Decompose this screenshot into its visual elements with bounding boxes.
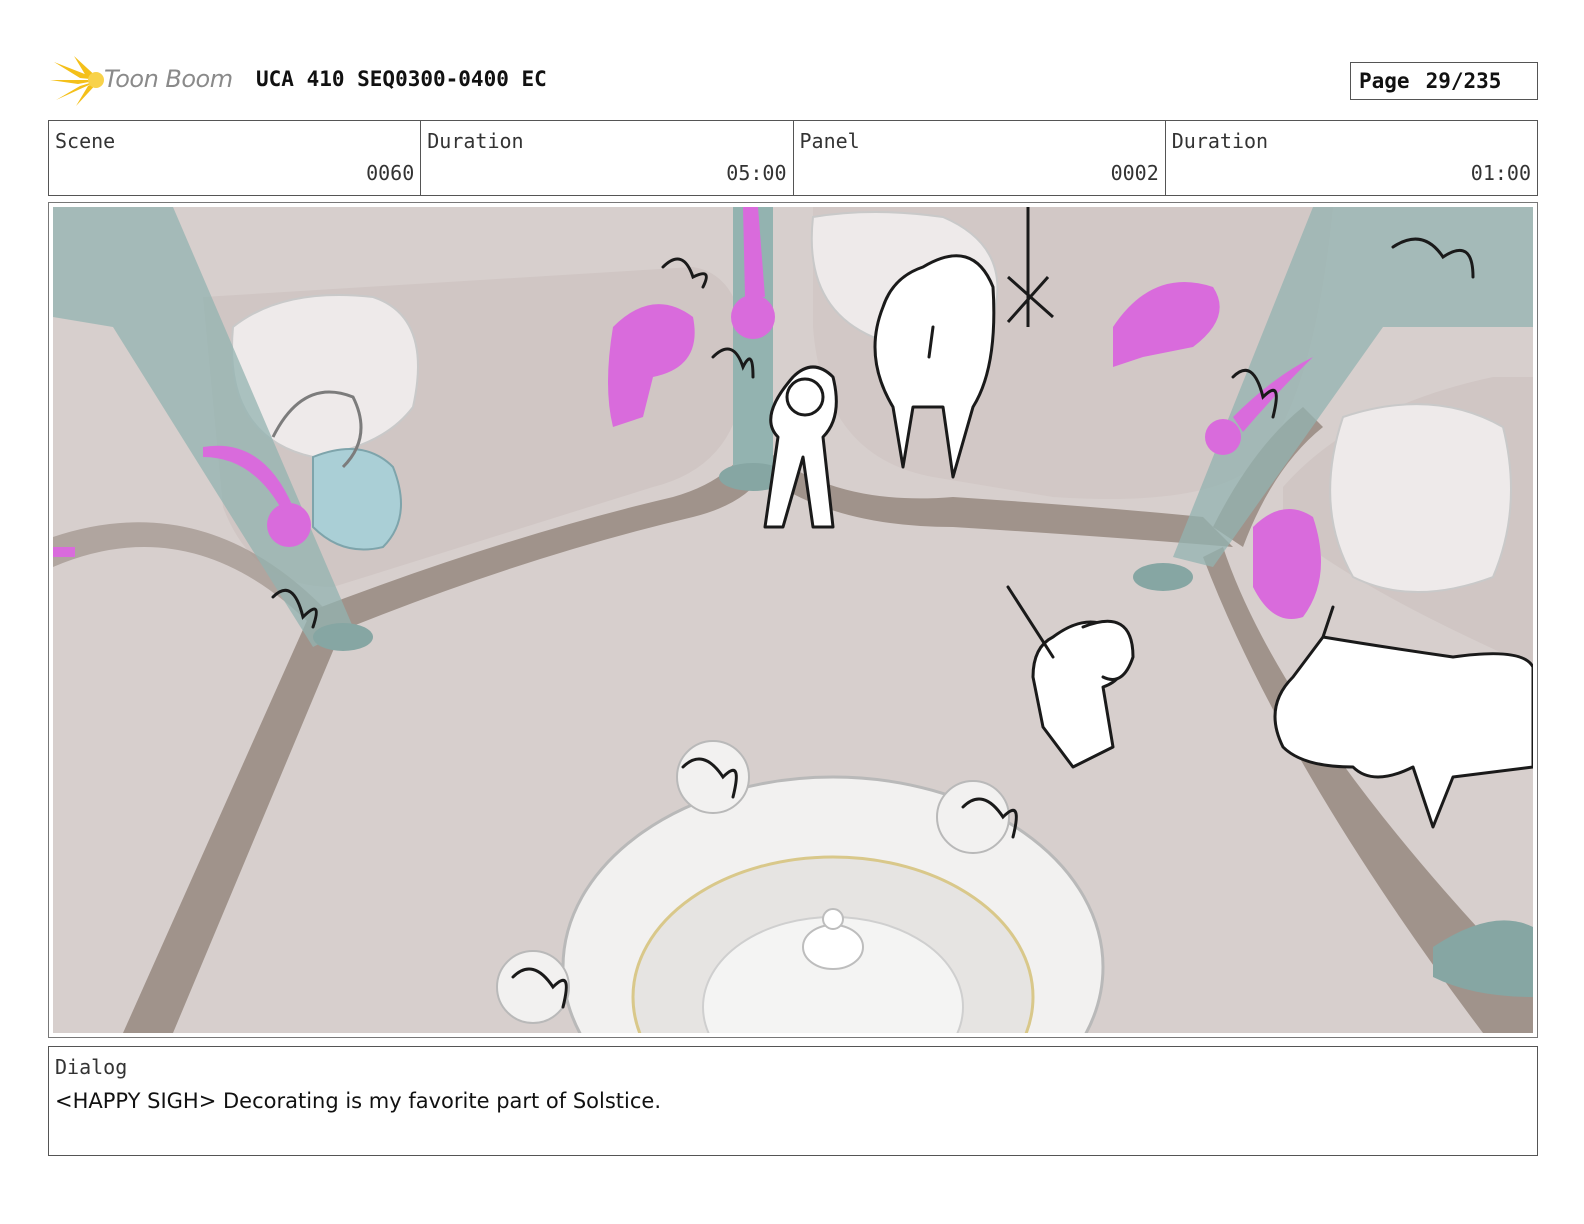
- page-label: Page: [1359, 69, 1410, 93]
- scene-label: Scene: [55, 129, 116, 153]
- panel-value: 0002: [1110, 161, 1159, 185]
- panel-cell: Panel 0002: [794, 121, 1166, 195]
- panel-duration-cell: Duration 01:00: [1166, 121, 1537, 195]
- logo-text: Toon Boom: [104, 65, 233, 93]
- scene-info-table: Scene 0060 Duration 05:00 Panel 0002 Dur…: [48, 120, 1538, 196]
- dialog-box: Dialog <HAPPY SIGH> Decorating is my fav…: [48, 1046, 1538, 1156]
- panel-label: Panel: [799, 129, 860, 153]
- scene-value: 0060: [366, 161, 415, 185]
- scene-duration-cell: Duration 05:00: [421, 121, 794, 195]
- dialog-label: Dialog: [55, 1055, 128, 1079]
- scene-cell: Scene 0060: [49, 121, 422, 195]
- document-title: UCA 410 SEQ0300-0400 EC: [256, 67, 547, 91]
- panel-duration-label: Duration: [1171, 129, 1269, 153]
- page-indicator: Page 29/235: [1350, 62, 1538, 100]
- logo-star-icon: [50, 56, 104, 106]
- page-number: 29/235: [1425, 69, 1502, 93]
- scene-duration-value: 05:00: [726, 161, 787, 185]
- toon-boom-logo: Toon Boom: [50, 52, 240, 108]
- storyboard-drawing: [53, 207, 1533, 1033]
- scene-duration-label: Duration: [427, 129, 524, 153]
- dialog-text: <HAPPY SIGH> Decorating is my favorite p…: [55, 1089, 662, 1113]
- panel-duration-value: 01:00: [1470, 161, 1531, 185]
- storyboard-panel: [48, 202, 1538, 1038]
